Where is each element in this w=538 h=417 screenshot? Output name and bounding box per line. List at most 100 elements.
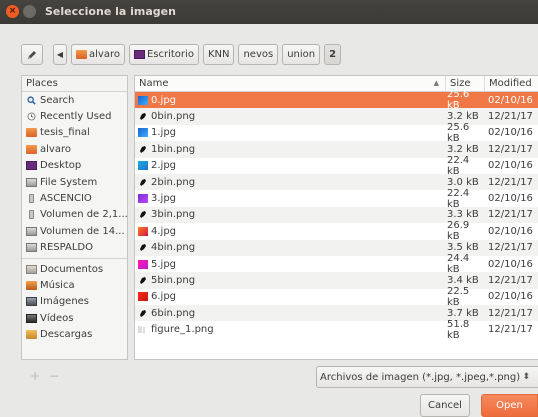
- column-header-name[interactable]: Name ▲: [135, 76, 446, 91]
- place-label: Volumen de 14...: [40, 225, 125, 237]
- crumb-union[interactable]: union: [282, 44, 321, 65]
- crumb-2[interactable]: 2: [324, 44, 342, 65]
- file-row[interactable]: 6.jpg 22.5 kB 02/10/16: [135, 285, 538, 308]
- minimize-button[interactable]: [23, 5, 36, 18]
- file-row[interactable]: 3.jpg 22.4 kB 02/10/16: [135, 188, 538, 210]
- file-size: 3.7 kB: [447, 307, 479, 319]
- crumb-label: nevos: [243, 49, 274, 60]
- file-row[interactable]: 2.jpg 22.4 kB 02/10/16: [135, 155, 538, 177]
- path-back-button[interactable]: ◀: [53, 44, 67, 65]
- file-modified: 12/21/17: [488, 274, 533, 286]
- place-volumen-2[interactable]: Volumen de 2,1...: [22, 207, 127, 223]
- place-imagenes[interactable]: Imágenes: [22, 294, 127, 310]
- image-file-icon: [138, 292, 148, 302]
- image-file-icon: [138, 259, 148, 269]
- image-file-icon: [138, 226, 148, 236]
- image-file-icon: [138, 95, 148, 105]
- folder-icon: [26, 128, 37, 138]
- file-name-cell: 4.jpg: [135, 226, 446, 237]
- file-name-cell: 3.jpg: [135, 193, 446, 204]
- crumb-nevos[interactable]: nevos: [238, 44, 279, 65]
- file-name: 5.jpg: [151, 258, 177, 270]
- add-place-button[interactable]: +: [30, 369, 49, 383]
- documents-folder-icon: [26, 264, 37, 274]
- place-documentos[interactable]: Documentos: [22, 261, 127, 277]
- file-modified: 12/21/17: [488, 176, 533, 188]
- file-row[interactable]: 0.jpg 25.6 kB 02/10/16: [135, 89, 538, 111]
- file-name: 4.jpg: [151, 225, 177, 237]
- place-label: Recently Used: [40, 111, 112, 123]
- file-name-cell: 1.jpg: [135, 127, 446, 138]
- file-name-cell: 6.jpg: [135, 291, 446, 302]
- place-ascencio[interactable]: ASCENCIO: [22, 190, 127, 206]
- file-row[interactable]: 4.jpg 26.9 kB 02/10/16: [135, 220, 538, 242]
- file-modified: 02/10/16: [488, 291, 533, 303]
- file-list-header: Name ▲ Size Modified: [135, 76, 538, 92]
- place-label: File System: [40, 176, 98, 188]
- place-file-system[interactable]: File System: [22, 174, 127, 190]
- crumb-label: union: [287, 49, 316, 60]
- cancel-button[interactable]: Cancel: [420, 394, 470, 417]
- places-header: Places: [22, 76, 127, 92]
- place-respaldo[interactable]: RESPALDO: [22, 240, 127, 256]
- file-modified: 12/21/17: [488, 242, 533, 254]
- place-desktop[interactable]: Desktop: [22, 158, 127, 174]
- file-name: 1bin.png: [151, 143, 196, 155]
- crumb-label: Escritorio: [146, 49, 194, 60]
- file-modified: 02/10/16: [488, 94, 533, 106]
- file-size: 3.2 kB: [447, 111, 479, 123]
- places-sidebar: Places Search Recently Used tesis_final …: [21, 75, 128, 360]
- image-file-icon: [138, 128, 148, 138]
- file-row[interactable]: 1.jpg 25.6 kB 02/10/16: [135, 122, 538, 144]
- file-name: figure_1.png: [151, 324, 214, 336]
- home-folder-icon: [26, 144, 37, 154]
- place-descargas[interactable]: Descargas: [22, 326, 127, 342]
- edit-location-button[interactable]: [21, 44, 43, 65]
- place-musica[interactable]: Música: [22, 277, 127, 293]
- place-label: alvaro: [40, 143, 71, 155]
- place-volumen-14[interactable]: Volumen de 14...: [22, 223, 127, 239]
- file-size: 22.5 kB: [447, 285, 470, 308]
- title-bar: × Seleccione la imagen: [0, 0, 538, 24]
- crumb-label: KNN: [207, 49, 230, 60]
- close-button[interactable]: ×: [6, 5, 19, 18]
- crumb-knn[interactable]: KNN: [202, 44, 235, 65]
- file-row[interactable]: 5.jpg 24.4 kB 02/10/16: [135, 253, 538, 275]
- crumb-escritorio[interactable]: Escritorio: [128, 44, 199, 65]
- remove-place-button[interactable]: −: [49, 369, 68, 383]
- file-type-filter[interactable]: Archivos de imagen (*.jpg, *.jpeg,*.png)…: [316, 366, 538, 388]
- desktop-icon: [133, 50, 145, 59]
- place-label: Documentos: [40, 263, 104, 275]
- file-name-cell: 5.jpg: [135, 259, 446, 270]
- crumb-alvaro[interactable]: alvaro: [71, 44, 125, 65]
- file-modified: 02/10/16: [488, 258, 533, 270]
- places-add-remove: +−: [30, 369, 68, 383]
- file-size: 22.4 kB: [447, 187, 470, 210]
- places-separator: [22, 257, 127, 259]
- place-tesis-final[interactable]: tesis_final: [22, 125, 127, 141]
- open-label: Open: [496, 400, 523, 411]
- file-name-cell: 2.jpg: [135, 160, 446, 171]
- file-row[interactable]: figure_1.png 51.8 kB 12/21/17: [135, 319, 538, 341]
- drive-icon: [26, 243, 37, 253]
- place-search[interactable]: Search: [22, 92, 127, 108]
- column-label: Size: [450, 78, 471, 89]
- column-header-modified[interactable]: Modified: [485, 76, 538, 91]
- place-label: RESPALDO: [40, 242, 93, 254]
- crumb-label: alvaro: [89, 49, 120, 60]
- column-header-size[interactable]: Size: [446, 76, 485, 91]
- file-name: 0bin.png: [151, 111, 196, 123]
- pencil-icon: [28, 50, 36, 59]
- place-alvaro[interactable]: alvaro: [22, 141, 127, 157]
- place-videos[interactable]: Vídeos: [22, 310, 127, 326]
- image-file-icon: [138, 243, 148, 252]
- place-recently-used[interactable]: Recently Used: [22, 108, 127, 124]
- place-label: Volumen de 2,1...: [40, 209, 127, 221]
- file-name-cell: 0bin.png: [135, 111, 446, 122]
- file-name-cell: 4bin.png: [135, 242, 446, 253]
- file-modified: 12/21/17: [488, 111, 533, 123]
- open-button[interactable]: Open: [481, 394, 538, 417]
- usb-icon: [29, 194, 34, 204]
- window-title: Seleccione la imagen: [45, 5, 176, 18]
- file-name-cell: 6bin.png: [135, 308, 446, 319]
